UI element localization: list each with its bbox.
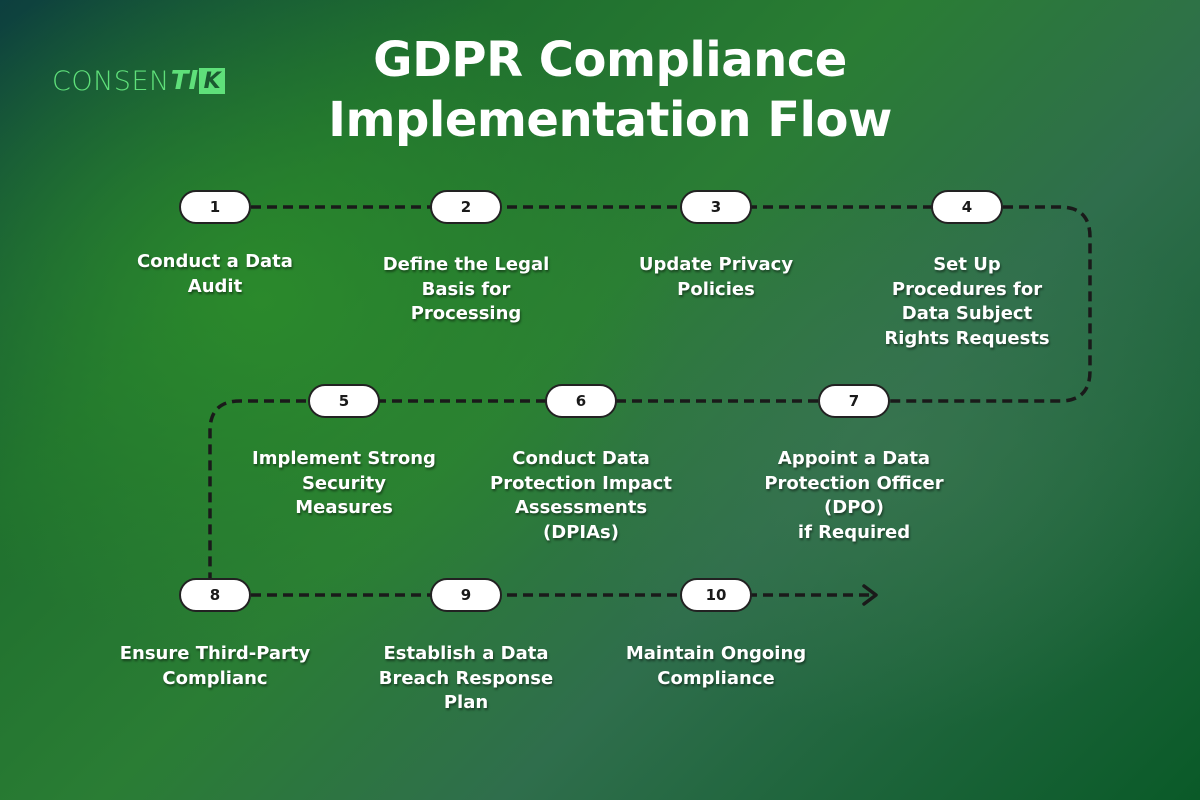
step-6-badge: 6: [545, 384, 617, 418]
step-7-badge: 7: [818, 384, 890, 418]
step-6-label: Conduct Data Protection Impact Assessments…: [490, 448, 672, 543]
step-7-label: Appoint a Data Protection Officer (DPO) if …: [764, 448, 944, 543]
step-5-label: Implement Strong Security Measures: [252, 448, 436, 518]
step-3-badge: 3: [680, 190, 752, 224]
step-9-badge: 9: [430, 578, 502, 612]
step-10-label: Maintain Ongoing Compliance: [625, 643, 807, 689]
step-10-badge: 10: [680, 578, 752, 612]
step-5-badge: 5: [308, 384, 380, 418]
step-8-label: Ensure Third-Party Complianc: [119, 643, 311, 689]
step-3-label: Update Privacy Policies: [638, 254, 794, 300]
step-8-badge: 8: [179, 578, 251, 612]
step-2-label: Define the Legal Basis for Processing: [382, 254, 550, 324]
step-1-badge: 1: [179, 190, 251, 224]
step-4-label: Set Up Procedures for Data Subject Rights R…: [884, 254, 1050, 349]
step-4-badge: 4: [931, 190, 1003, 224]
step-2-badge: 2: [430, 190, 502, 224]
step-1-label: Conduct a Data Audit: [137, 251, 293, 297]
step-9-label: Establish a Data Breach Response Plan: [378, 643, 554, 713]
